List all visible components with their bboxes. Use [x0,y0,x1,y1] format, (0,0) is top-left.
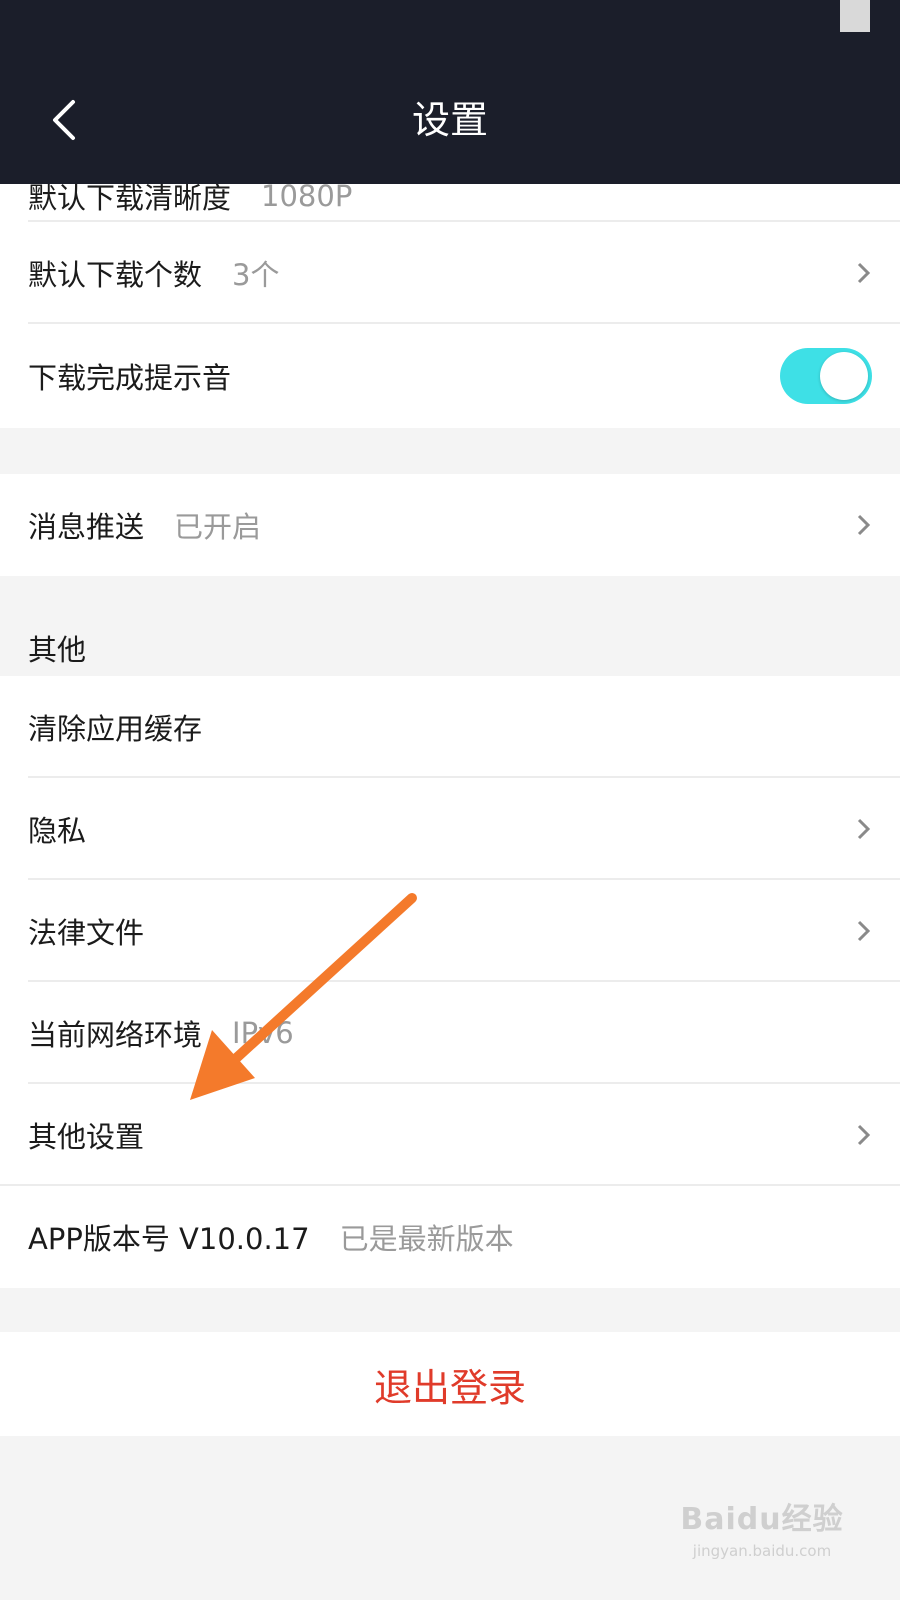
legal-documents-row[interactable]: 法律文件 [0,880,900,982]
other-settings-label: 其他设置 [28,1120,145,1154]
clear-cache-label: 清除应用缓存 [28,712,203,746]
chevron-right-icon [857,920,871,942]
chevron-right-icon [857,514,871,536]
push-notification-label: 消息推送 [28,510,145,544]
clear-cache-row[interactable]: 清除应用缓存 [0,676,900,778]
chevron-right-icon [857,1124,871,1146]
download-sound-label: 下载完成提示音 [28,361,232,395]
network-environment-row: 当前网络环境 IPv6 [0,982,900,1084]
push-notification-row[interactable]: 消息推送 已开启 [0,474,900,576]
toggle-knob [820,352,868,400]
download-count-label: 默认下载个数 [28,258,203,292]
watermark-logo: Baidu经验 [680,1502,844,1537]
chevron-right-icon [857,262,871,284]
network-environment-value: IPv6 [232,1016,294,1050]
legal-documents-label: 法律文件 [28,916,145,950]
status-bar-indicator [840,0,870,32]
push-notification-value: 已开启 [174,510,262,544]
baidu-watermark: Baidu经验 jingyan.baidu.com [672,1494,852,1574]
chevron-right-icon [857,818,871,840]
section-heading-other: 其他 [28,633,87,667]
network-environment-label: 当前网络环境 [28,1018,203,1052]
app-version-status: 已是最新版本 [339,1222,514,1256]
app-version-row: APP版本号 V10.0.17 已是最新版本 [0,1186,900,1288]
watermark-url: jingyan.baidu.com [692,1542,832,1560]
download-sound-toggle[interactable] [780,348,872,404]
app-version-label: APP版本号 V10.0.17 [28,1222,310,1256]
download-count-value: 3个 [232,258,280,292]
download-sound-row: 下载完成提示音 [0,324,900,428]
page-title: 设置 [411,98,488,142]
download-count-row[interactable]: 默认下载个数 3个 [0,222,900,324]
privacy-row[interactable]: 隐私 [0,778,900,880]
top-nav-bar: 设置 [0,0,900,184]
other-settings-row[interactable]: 其他设置 [0,1084,900,1186]
privacy-label: 隐私 [28,814,87,848]
logout-button[interactable]: 退出登录 [0,1332,900,1436]
